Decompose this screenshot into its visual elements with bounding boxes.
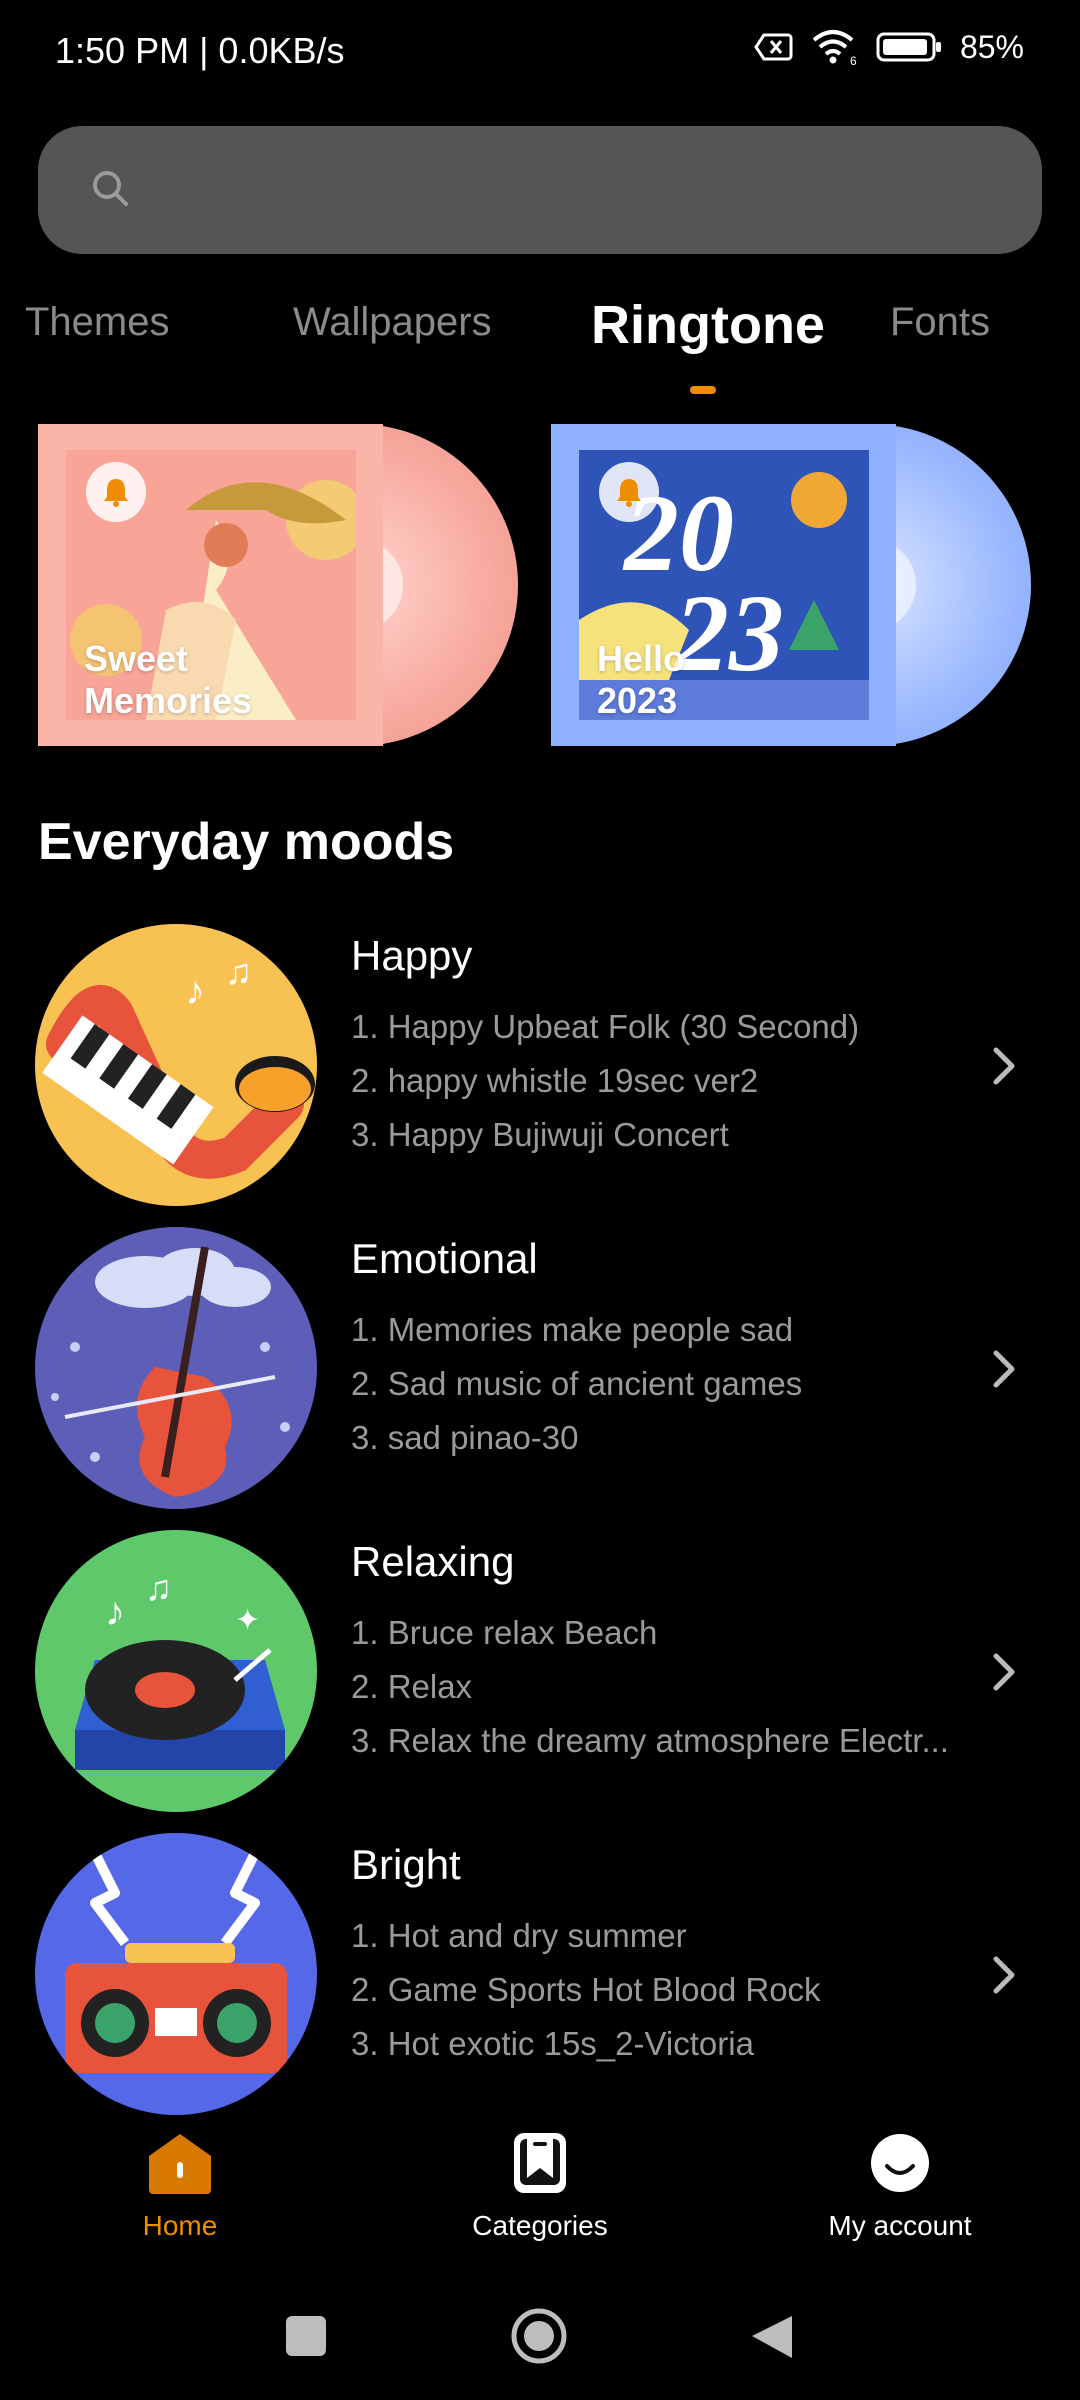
bell-icon — [86, 462, 146, 522]
nav-home[interactable]: Home — [60, 2130, 300, 2242]
account-icon — [871, 2134, 929, 2192]
boombox-art — [35, 1833, 317, 2115]
svg-text:♪: ♪ — [105, 1590, 125, 1634]
tab-wallpapers[interactable]: Wallpapers — [293, 300, 492, 345]
category-tabs: Themes Wallpapers Ringtone Fonts — [0, 295, 1080, 400]
mood-track: 3. Relax the dreamy atmosphere Electr... — [351, 1722, 949, 1759]
wifi-icon: 6 — [812, 30, 857, 66]
mood-name: Bright — [351, 1841, 461, 1888]
mood-track: 1. Hot and dry summer — [351, 1917, 687, 1954]
categories-icon — [514, 2133, 566, 2193]
mood-track: 3. Happy Bujiwuji Concert — [351, 1116, 729, 1153]
back-button — [752, 2316, 792, 2358]
featured-card-hello-2023[interactable]: 20 23 Hello 2023 — [551, 424, 1031, 746]
nav-my-account-label: My account — [828, 2210, 972, 2241]
mood-name: Happy — [351, 932, 473, 979]
turntable-art: ♪ ♫ ✦ — [35, 1530, 317, 1812]
mood-track: 3. Hot exotic 15s_2-Victoria — [351, 2025, 754, 2062]
mood-row-emotional[interactable]: Emotional 1. Memories make people sad 2.… — [0, 1227, 1080, 1517]
featured-title: Sweet Memories — [84, 638, 253, 721]
battery-percent: 85% — [959, 28, 1024, 65]
search-icon — [93, 171, 128, 206]
mood-track: 2. happy whistle 19sec ver2 — [351, 1062, 759, 1099]
status-bar: 1:50 PM | 0.0KB/s 6 85% — [0, 0, 1080, 110]
featured-card-sweet-memories[interactable]: Sweet Memories — [38, 424, 518, 746]
search-bar[interactable] — [38, 126, 1042, 254]
mood-track: 2. Sad music of ancient games — [351, 1365, 803, 1402]
svg-text:6: 6 — [850, 54, 857, 66]
chevron-right-icon — [993, 1047, 1015, 1085]
status-time: 1:50 PM | 0.0KB/s — [55, 30, 345, 71]
tab-ringtone[interactable]: Ringtone — [591, 294, 825, 356]
chevron-right-icon — [993, 1653, 1015, 1691]
svg-text:♫: ♫ — [145, 1567, 172, 1608]
nav-categories-label: Categories — [472, 2210, 608, 2241]
mood-row-relaxing[interactable]: ♪ ♫ ✦ Relaxing 1. Bruce relax Beach 2. R… — [0, 1530, 1080, 1820]
mood-track: 1. Bruce relax Beach — [351, 1614, 658, 1651]
album-cover: Sweet Memories — [38, 424, 383, 746]
sim-none-icon — [754, 33, 793, 61]
mood-name: Emotional — [351, 1235, 538, 1282]
active-tab-indicator — [690, 386, 716, 394]
nav-home-label: Home — [142, 2210, 218, 2241]
bottom-navigation: Home Categories My account — [0, 2130, 1080, 2260]
section-title: Everyday moods — [38, 813, 455, 871]
tab-fonts[interactable]: Fonts — [890, 300, 990, 345]
home-icon — [149, 2134, 211, 2194]
mood-track: 1. Memories make people sad — [351, 1311, 794, 1348]
svg-text:♫: ♫ — [225, 951, 252, 992]
bell-icon — [599, 462, 659, 522]
system-navigation-bar — [286, 2308, 792, 2364]
mood-track: 1. Happy Upbeat Folk (30 Second) — [351, 1008, 860, 1045]
svg-text:✦: ✦ — [235, 1604, 260, 1637]
mood-track: 2. Relax — [351, 1668, 473, 1705]
featured-title: Hello 2023 — [597, 638, 686, 721]
recents-button — [286, 2316, 326, 2356]
svg-text:23: 23 — [672, 572, 784, 694]
mood-row-bright[interactable]: Bright 1. Hot and dry summer 2. Game Spo… — [0, 1833, 1080, 2123]
nav-my-account[interactable]: My account — [780, 2130, 1020, 2242]
status-icons: 6 85% — [754, 28, 1024, 66]
nav-categories[interactable]: Categories — [420, 2130, 660, 2242]
mood-name: Relaxing — [351, 1538, 515, 1585]
saxophone-art: ♪ ♫ — [35, 924, 317, 1206]
battery-icon — [876, 32, 941, 62]
mood-track: 3. sad pinao-30 — [351, 1419, 579, 1456]
mood-track: 2. Game Sports Hot Blood Rock — [351, 1971, 821, 2008]
tab-themes[interactable]: Themes — [25, 300, 170, 345]
svg-text:♪: ♪ — [185, 969, 205, 1013]
chevron-right-icon — [993, 1350, 1015, 1388]
mood-row-happy[interactable]: ♪ ♫ Happy 1. Happy Upbeat Folk (30 Secon… — [0, 924, 1080, 1214]
chevron-right-icon — [993, 1956, 1015, 1994]
cello-rain-art — [35, 1227, 317, 1509]
album-cover: 20 23 Hello 2023 — [551, 424, 896, 746]
